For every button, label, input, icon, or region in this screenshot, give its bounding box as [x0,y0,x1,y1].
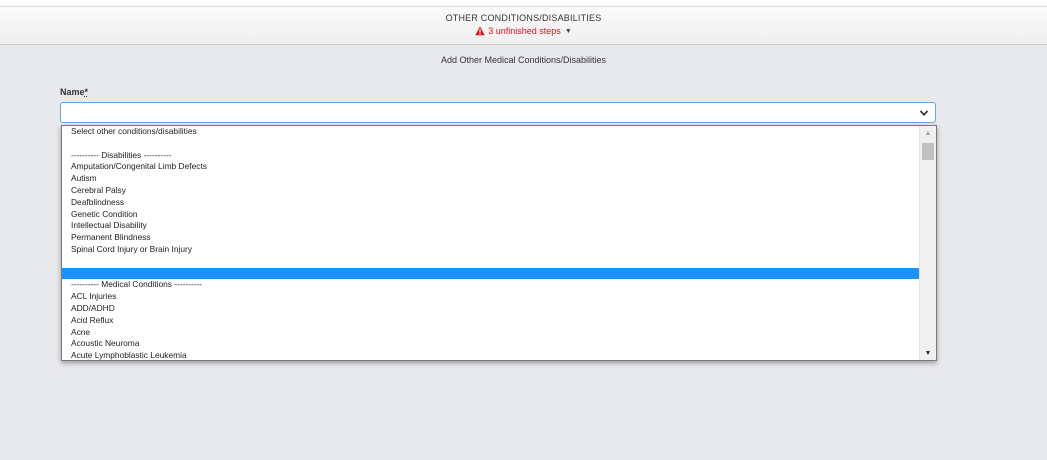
unfinished-steps-label: 3 unfinished steps [488,26,561,36]
dropdown-option[interactable]: ---------- Medical Conditions ---------- [62,279,919,291]
top-strip [0,0,1047,7]
dropdown-option[interactable]: Intellectual Disability [62,220,919,232]
dropdown-option[interactable] [62,256,919,268]
form-subtitle: Add Other Medical Conditions/Disabilitie… [440,55,607,65]
section-title: OTHER CONDITIONS/DISABILITIES [445,13,602,23]
dropdown-option[interactable]: Acoustic Neuroma [62,338,919,350]
unfinished-steps-toggle[interactable]: 3 unfinished steps ▼ [0,26,1047,36]
caret-down-icon: ▼ [564,27,572,35]
dropdown-option[interactable]: Select other conditions/disabilities [62,126,919,138]
dropdown-option[interactable]: Autism [62,173,919,185]
section-header: OTHER CONDITIONS/DISABILITIES 3 unfinish… [0,7,1047,45]
dropdown-option[interactable]: ADD/ADHD [62,303,919,315]
scrollbar-thumb[interactable] [922,143,934,160]
scroll-up-arrow-icon[interactable]: ▲ [920,126,936,140]
dropdown-option[interactable]: Deafblindness [62,197,919,209]
dropdown-option[interactable]: ACL Injuries [62,291,919,303]
chevron-down-icon [919,110,929,117]
dropdown-option[interactable]: Acute Lymphoblastic Leukemia [62,350,919,360]
dropdown-option[interactable]: Acid Reflux [62,315,919,327]
dropdown-option[interactable]: Genetic Condition [62,209,919,221]
dropdown-option[interactable]: ---------- Disabilities ---------- [62,150,919,162]
dropdown-scrollbar[interactable]: ▲ ▼ [919,126,936,360]
dropdown-option[interactable]: Cerebral Palsy [62,185,919,197]
name-field-label: Name* [60,87,88,97]
dropdown-option[interactable]: Spinal Cord Injury or Brain Injury [62,244,919,256]
scroll-down-arrow-icon[interactable]: ▼ [920,346,936,360]
name-select[interactable] [60,102,936,123]
name-label-text: Name [60,87,85,97]
conditions-dropdown-list[interactable]: Select other conditions/disabilities ----… [61,125,937,361]
dropdown-options: Select other conditions/disabilities ----… [62,126,919,360]
dropdown-option-highlighted[interactable] [62,267,919,280]
required-marker: * [84,87,89,97]
dropdown-option[interactable]: Permanent Blindness [62,232,919,244]
dropdown-option[interactable]: Amputation/Congenital Limb Defects [62,161,919,173]
dropdown-option[interactable]: Acne [62,327,919,339]
dropdown-option[interactable] [62,138,919,150]
warning-triangle-icon [475,26,485,36]
